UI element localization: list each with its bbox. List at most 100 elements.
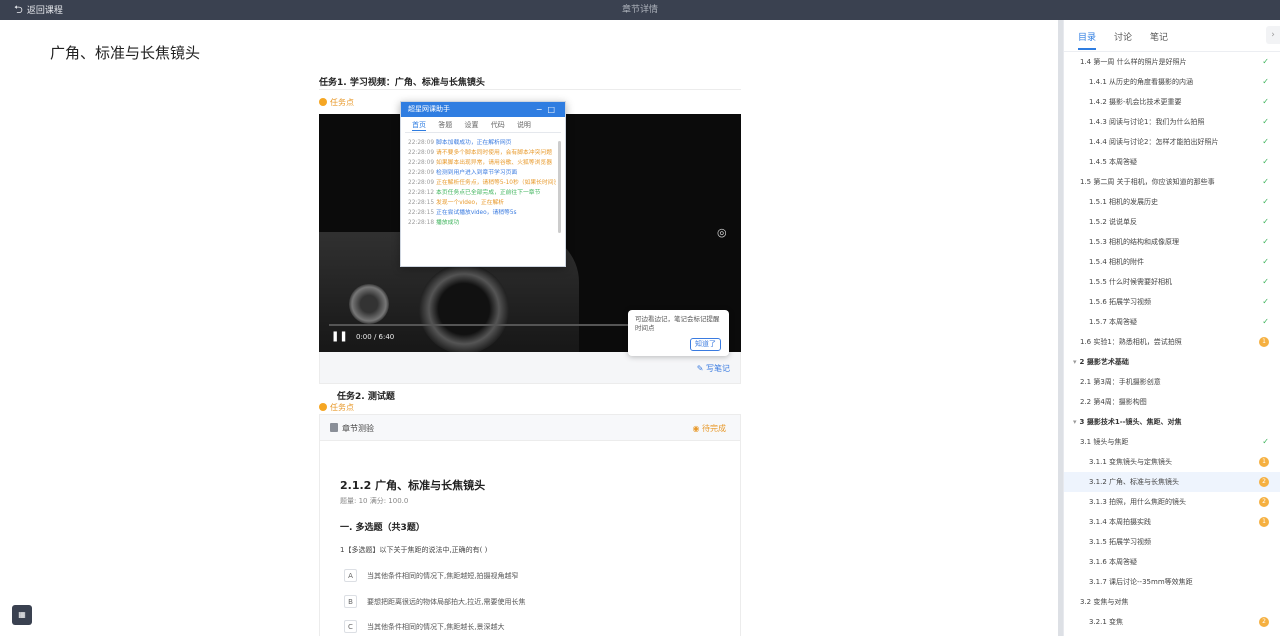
toc-item-label: 1.4.2 摄影-机会比技术更重要 xyxy=(1089,98,1182,106)
toc-item-label: 1.4.1 从历史的角度看摄影的内涵 xyxy=(1089,78,1194,86)
toc-item[interactable]: 3.1.7 课后讨论--35mm等效焦距 xyxy=(1064,572,1280,592)
log-text: 正在尝试播放video，请稍等5s xyxy=(436,210,517,216)
check-icon: ✓ xyxy=(1262,197,1269,206)
option-key[interactable]: B xyxy=(344,595,357,608)
option-key[interactable]: C xyxy=(344,620,357,633)
task-point-label: 任务点 xyxy=(330,98,354,107)
check-icon: ✓ xyxy=(1262,97,1269,106)
camera-icon[interactable]: ◎ xyxy=(717,226,727,239)
document-icon xyxy=(330,423,338,432)
question-text: 1【多选题】以下关于焦距的说法中,正确的有( ) xyxy=(340,546,488,554)
toc-item[interactable]: 1.4 第一周 什么样的照片是好照片 ✓ xyxy=(1064,52,1280,72)
option-c[interactable]: C 当其他条件相同的情况下,焦距越长,景深越大 xyxy=(344,620,504,633)
task-point-dot-icon xyxy=(319,403,327,411)
helper-panel[interactable]: 超星网课助手 −□ 首页 答题 设置 代码 说明 22:28:09 脚本加载成功，… xyxy=(400,101,566,267)
log-row: 22:28:09 检测到用户进入到章节学习页面 xyxy=(408,168,556,178)
toc-item[interactable]: 1.5.2 说说单反 ✓ xyxy=(1064,212,1280,232)
tab-notes[interactable]: 笔记 xyxy=(1150,30,1168,43)
toc-item[interactable]: 3.1.5 拓展学习视频 xyxy=(1064,532,1280,552)
toc-item-label: 1.5.5 什么时候需要好相机 xyxy=(1089,278,1173,286)
helper-window-controls[interactable]: −□ xyxy=(536,102,560,117)
toc-item[interactable]: 3.1.6 本周答疑 xyxy=(1064,552,1280,572)
toc-chapter[interactable]: ▾ 3 摄影技术1--镜头、焦距、对焦 xyxy=(1064,412,1280,432)
pending-count-badge: 2 xyxy=(1259,477,1269,487)
tab-discussion[interactable]: 讨论 xyxy=(1114,30,1132,43)
helper-header[interactable]: 超星网课助手 −□ xyxy=(401,102,565,117)
check-icon: ✓ xyxy=(1262,57,1269,66)
sidebar-tabs: 目录 讨论 笔记 › xyxy=(1064,20,1280,52)
table-of-contents: 1.4 第一周 什么样的照片是好照片 ✓ 1.4.1 从历史的角度看摄影的内涵 ✓ 1.… xyxy=(1064,52,1280,632)
quiz-status-label: 待完成 xyxy=(702,424,726,433)
toc-item-label: 1.5.2 说说单反 xyxy=(1089,218,1138,226)
option-key[interactable]: A xyxy=(344,569,357,582)
check-icon: ✓ xyxy=(1262,237,1269,246)
toc-item-label: 1.4 第一周 什么样的照片是好照片 xyxy=(1080,58,1187,66)
log-text: 请不要多个脚本同时使用，会有脚本冲突问题 xyxy=(436,150,552,156)
toc-item-label: 3.1 镜头与焦距 xyxy=(1080,438,1129,446)
toc-item-label: 1.5.7 本周答疑 xyxy=(1089,318,1138,326)
toc-item[interactable]: 1.4.3 阅读与讨论1：我们为什么拍照 ✓ xyxy=(1064,112,1280,132)
pending-count-badge: 1 xyxy=(1259,517,1269,527)
task-point-label: 任务点 xyxy=(330,403,354,412)
helper-log: 22:28:09 脚本加载成功，正在解析网页 22:28:09 请不要多个脚本同时使用… xyxy=(401,133,565,258)
log-text: 本页任务点已全部完成，正前往下一章节 xyxy=(436,190,541,196)
toc-item[interactable]: 1.6 实验1：熟悉相机，尝试拍照 1 xyxy=(1064,332,1280,352)
toc-item[interactable]: 1.4.4 阅读与讨论2：怎样才能拍出好照片 ✓ xyxy=(1064,132,1280,152)
toc-item[interactable]: 1.5.7 本周答疑 ✓ xyxy=(1064,312,1280,332)
toc-item[interactable]: 1.4.2 摄影-机会比技术更重要 ✓ xyxy=(1064,92,1280,112)
tab-catalog[interactable]: 目录 xyxy=(1078,30,1097,50)
tooltip-text: 可边看边记，笔记会标记提醒时间点 xyxy=(635,315,720,332)
toc-item[interactable]: 2.1 第3周：手机摄影创意 xyxy=(1064,372,1280,392)
toc-item[interactable]: 3.1 镜头与焦距 ✓ xyxy=(1064,432,1280,452)
log-time: 22:28:18 xyxy=(408,220,435,226)
toc-item[interactable]: 1.4.1 从历史的角度看摄影的内涵 ✓ xyxy=(1064,72,1280,92)
maximize-icon[interactable]: □ xyxy=(547,105,560,114)
toc-item[interactable]: 1.5.4 相机的附件 ✓ xyxy=(1064,252,1280,272)
video-footer: ✎ 写笔记 xyxy=(319,352,741,384)
toc-item[interactable]: 3.1.2 广角、标准与长焦镜头 2 xyxy=(1064,472,1280,492)
chevron-down-icon[interactable]: ▾ xyxy=(1073,418,1077,426)
toc-item[interactable]: 1.5.3 相机的结构和成像原理 ✓ xyxy=(1064,232,1280,252)
minimize-icon[interactable]: − xyxy=(536,105,548,114)
quiz-header: 章节测验 ◉ 待完成 xyxy=(320,415,740,441)
toc-item-label: 1.5.6 拓展学习视频 xyxy=(1089,298,1152,306)
tooltip-ok-button[interactable]: 知道了 xyxy=(690,338,721,351)
check-icon: ✓ xyxy=(1262,277,1269,286)
helper-tab-code[interactable]: 代码 xyxy=(491,121,505,129)
toc-item-label: 1.5.1 相机的发展历史 xyxy=(1089,198,1159,206)
toc-item-label: 1.4.5 本周答疑 xyxy=(1089,158,1138,166)
toc-item[interactable]: 1.5.1 相机的发展历史 ✓ xyxy=(1064,192,1280,212)
option-text: 当其他条件相同的情况下,焦距越长,景深越大 xyxy=(367,623,505,631)
option-b[interactable]: B 要想把距离很远的物体局部拍大,拉近,需要使用长焦 xyxy=(344,595,525,608)
helper-title: 超星网课助手 xyxy=(408,105,450,113)
quiz-title: 2.1.2 广角、标准与长焦镜头 xyxy=(340,479,486,492)
toc-chapter[interactable]: ▾ 2 摄影艺术基础 xyxy=(1064,352,1280,372)
toc-item[interactable]: 2.2 第4周：摄影构图 xyxy=(1064,392,1280,412)
toc-item[interactable]: 1.4.5 本周答疑 ✓ xyxy=(1064,152,1280,172)
log-text: 正在解析任务点，请稍等5-10秒（如果长时间没有反应，请刷新页面） xyxy=(436,180,556,186)
floating-menu-button[interactable]: ▦ xyxy=(12,605,32,625)
log-time: 22:28:09 xyxy=(408,170,435,176)
helper-scrollbar[interactable] xyxy=(558,141,561,233)
helper-tab-answer[interactable]: 答题 xyxy=(438,121,452,129)
pause-icon[interactable]: ❚❚ xyxy=(331,332,348,342)
write-note-button[interactable]: ✎ 写笔记 xyxy=(697,363,730,374)
chevron-down-icon[interactable]: ▾ xyxy=(1073,358,1077,366)
toc-item[interactable]: 3.1.4 本周拍摄实践 1 xyxy=(1064,512,1280,532)
toc-item[interactable]: 3.1.1 变焦镜头与定焦镜头 1 xyxy=(1064,452,1280,472)
toc-item[interactable]: 3.2 变焦与对焦 xyxy=(1064,592,1280,612)
toc-item[interactable]: 1.5.5 什么时候需要好相机 ✓ xyxy=(1064,272,1280,292)
option-a[interactable]: A 当其他条件相同的情况下,焦距越短,拍摄视角越窄 xyxy=(344,569,518,582)
helper-tab-settings[interactable]: 设置 xyxy=(464,121,478,129)
toc-item-label: 3 摄影技术1--镜头、焦距、对焦 xyxy=(1079,418,1182,426)
toc-item[interactable]: 1.5.6 拓展学习视频 ✓ xyxy=(1064,292,1280,312)
helper-tab-help[interactable]: 说明 xyxy=(517,121,531,129)
pending-icon: ◉ xyxy=(692,424,702,433)
toc-item[interactable]: 3.2.1 变焦 2 xyxy=(1064,612,1280,632)
chevron-right-icon[interactable]: › xyxy=(1266,26,1280,44)
toc-item[interactable]: 3.1.3 拍照，用什么焦距的镜头 2 xyxy=(1064,492,1280,512)
toc-item-label: 1.4.3 阅读与讨论1：我们为什么拍照 xyxy=(1089,118,1205,126)
toc-item[interactable]: 1.5 第二周 关于相机，你应该知道的那些事 ✓ xyxy=(1064,172,1280,192)
helper-tab-home[interactable]: 首页 xyxy=(412,121,426,131)
log-time: 22:28:15 xyxy=(408,200,435,206)
